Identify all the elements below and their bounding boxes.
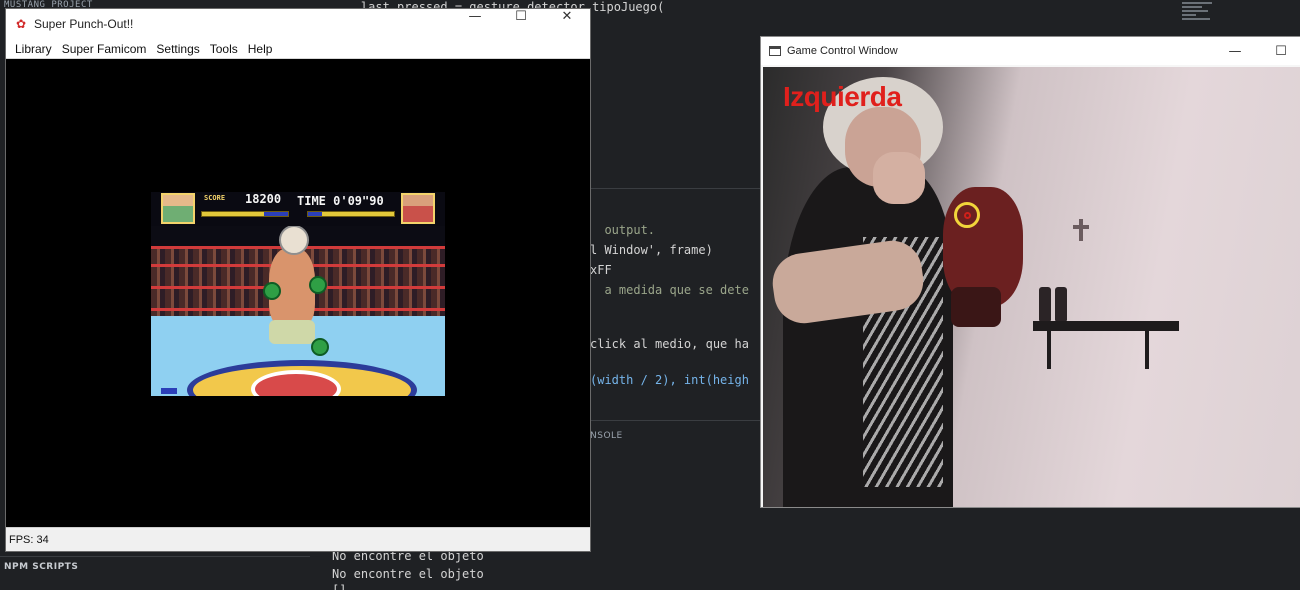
player-portrait [161,193,195,224]
boxing-glove-icon [309,276,327,294]
npm-scripts-section[interactable]: NPM SCRIPTS [4,562,78,572]
window-icon [769,46,781,56]
menu-super-famicom[interactable]: Super Famicom [57,42,152,56]
emulator-title: Super Punch-Out!! [34,17,134,31]
game-scene: SCORE 18200 TIME 0'09"90 [151,192,445,396]
shelf-bottle [1055,287,1067,321]
hud-score: 18200 [245,192,282,206]
shelf-bracket [1047,329,1051,369]
emulator-titlebar[interactable]: ✿ Super Punch-Out!! — ☐ ✕ [6,9,590,39]
code-line: a medida que se dete [590,283,749,297]
code-line: l Window', frame) [590,243,713,257]
player-health-bar [201,211,289,217]
tracking-center-icon [964,212,971,219]
boxing-glove-icon [311,338,329,356]
camera-window-title: Game Control Window [787,45,898,57]
camera-titlebar[interactable]: Game Control Window — ☐ [761,37,1300,65]
hud-score-label: SCORE [204,194,226,202]
emulator-window[interactable]: ✿ Super Punch-Out!! — ☐ ✕ Library Super … [5,8,591,552]
maximize-button[interactable]: ☐ [498,9,544,39]
minimize-button[interactable]: — [452,9,498,39]
menu-tools[interactable]: Tools [205,42,243,56]
code-line: click al medio, que ha [590,337,749,351]
glove-cuff [951,287,1001,327]
emulator-menubar: Library Super Famicom Settings Tools Hel… [6,39,590,59]
gesture-direction-label: Izquierda [783,81,902,112]
menu-help[interactable]: Help [243,42,278,56]
maximize-button[interactable]: ☐ [1258,44,1300,59]
wall-cross [1079,219,1083,241]
emulator-screen[interactable]: SCORE 18200 TIME 0'09"90 [6,59,590,527]
boxing-glove-icon [263,282,281,300]
minimize-button[interactable]: — [1212,44,1258,59]
player-boxer [269,320,315,344]
debug-console-tab[interactable]: NSOLE [590,431,623,441]
game-hud: SCORE 18200 TIME 0'09"90 [151,192,445,226]
shelf-bracket [1145,329,1149,369]
opponent-health-bar [307,211,395,217]
fps-counter: FPS: 34 [9,533,49,546]
code-line: (width / 2), int(heigh [590,373,749,387]
opponent-head [279,225,309,255]
game-control-window[interactable]: Game Control Window — ☐ Izquierda [760,36,1300,508]
emulator-statusbar: FPS: 34 [6,527,590,551]
menu-settings[interactable]: Settings [151,42,204,56]
wall-cross [1073,225,1089,229]
person-fist [873,152,925,204]
webcam-feed: Izquierda [763,67,1300,507]
close-button[interactable]: ✕ [544,9,590,39]
editor-minimap[interactable] [1182,0,1222,34]
emulator-logo-icon: ✿ [15,17,27,31]
panel-divider [590,420,760,421]
terminal-line: [] [332,583,347,590]
menu-library[interactable]: Library [10,42,57,56]
code-line: xFF [590,263,612,277]
sidebar-divider [0,556,310,557]
opponent-portrait [401,193,435,224]
code-line: output. [590,223,656,237]
hud-time: TIME 0'09"90 [297,194,384,208]
hud-power-indicator [161,388,177,394]
editor-divider [590,188,760,189]
shelf-bottle [1039,287,1051,321]
terminal-line: No encontre el objeto [332,567,484,581]
wall-shelf [1033,321,1179,331]
